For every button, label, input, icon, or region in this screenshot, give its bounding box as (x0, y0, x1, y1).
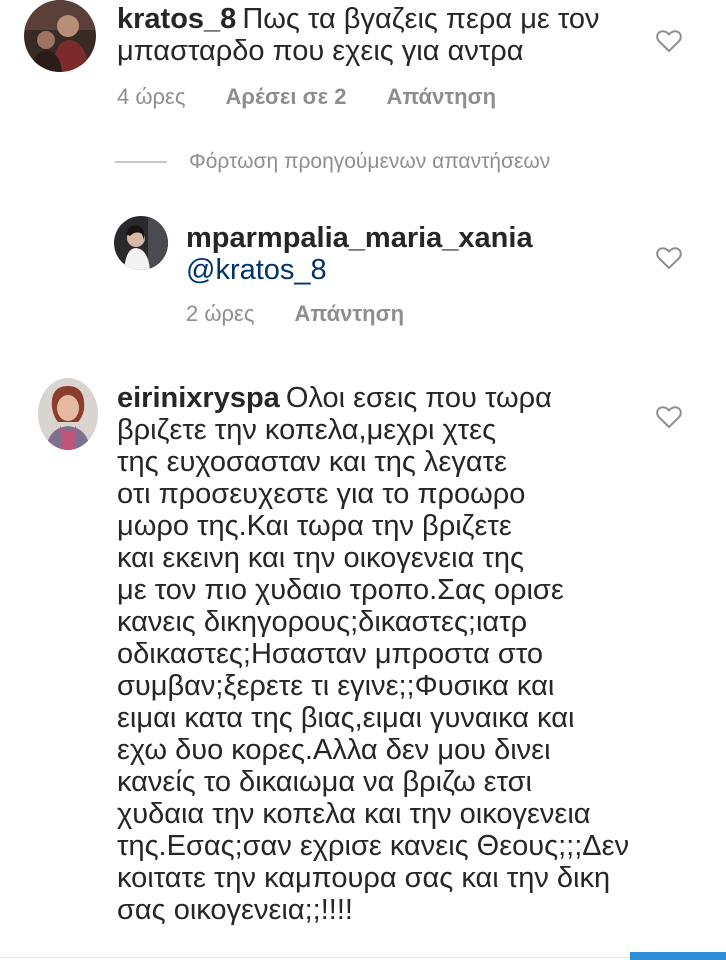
comment-line: της ευχοσασταν και της λεγατε (117, 446, 508, 478)
load-previous-replies-button[interactable]: Φόρτωση προηγούμενων απαντήσεων (115, 150, 550, 174)
comment-line: συμβαν;ξερετε τι εγινε;;Φυσικα και (117, 670, 555, 702)
reply-username[interactable]: mparmpalia_maria_xania (186, 222, 533, 254)
mention-link[interactable]: @kratos_8 (186, 254, 327, 286)
like-heart-icon[interactable] (656, 246, 682, 270)
bottom-divider (0, 957, 630, 958)
like-heart-icon[interactable] (656, 405, 682, 429)
comment-line: της.Εσας;σαν εχρισε κανεις Θεους;;;Δεν (117, 830, 630, 862)
avatar-image (114, 216, 168, 270)
long-comment-first-line: Ολοι εσεις που τωρα (285, 382, 552, 414)
comment-line: και εκεινη και την οικογενεια της (117, 542, 524, 574)
comment-body-line: μπασταρδο που εχεις για αντρα (117, 35, 524, 67)
load-previous-replies-label: Φόρτωση προηγούμενων απαντήσεων (189, 150, 551, 173)
comment-line: μωρο της.Και τωρα την βριζετε (117, 510, 512, 542)
long-comment-text: eirinixryspa Ολοι εσεις που τωρα βριζετε … (117, 382, 657, 926)
comment-text: kratos_8 Πως τα βγαζεις περα με τον μπαστ… (117, 3, 677, 67)
like-heart-icon[interactable] (656, 29, 682, 53)
comment-meta: 4 ώρες Αρέσει σε 2 Απάντηση (117, 84, 496, 110)
comment-line: κοιτατε την καμπουρα σας και την δικη (117, 862, 611, 894)
comment-line: σας οικογενεια;;!!!! (117, 894, 353, 926)
comment-time: 2 ώρες (186, 301, 255, 326)
comment-time: 4 ώρες (117, 84, 186, 109)
comment-line: κανεις δικηγορους;δικαστες;ιατρ (117, 606, 528, 638)
comment-line: βριζετε την κοπελα,μεχρι χτες (117, 414, 497, 446)
comment-line: εχω δυο κορες.Αλλα δεν μου δινει (117, 734, 551, 766)
comment-line: οδικαστες;Ησασταν μπροστα στο (117, 638, 543, 670)
comment-line: χυδαια την κοπελα και την οικογενεια (117, 798, 591, 830)
reply-button[interactable]: Απάντηση (294, 301, 404, 327)
long-comment-username[interactable]: eirinixryspa (117, 382, 280, 414)
comment-line: ειμαι κατα της βιας,ειμαι γυναικα και (117, 702, 575, 734)
avatar-image (38, 378, 98, 450)
comment-line: οτι προσευχεστε για το προωρο (117, 478, 526, 510)
avatar-kratos-8[interactable] (24, 0, 96, 72)
comment-line: με τον πιο χυδαιο τροπο.Σας ορισε (117, 574, 564, 606)
comment-username[interactable]: kratos_8 (117, 3, 236, 35)
avatar-image (24, 0, 96, 72)
comment-body-line: Πως τα βγαζεις περα με τον (242, 3, 600, 35)
comment-line: κανείς το δικαιωμα να βριζω ετσι (117, 766, 532, 798)
scroll-indicator-bar (630, 952, 726, 960)
reply-comment-text: mparmpalia_maria_xania @kratos_8 (186, 222, 646, 286)
reply-button[interactable]: Απάντηση (386, 84, 496, 110)
avatar-eirinixryspa[interactable] (38, 378, 98, 450)
likes-count-link[interactable]: Αρέσει σε 2 (225, 84, 346, 110)
divider-line (115, 161, 167, 163)
reply-comment-meta: 2 ώρες Απάντηση (186, 301, 404, 327)
long-comment-body: βριζετε την κοπελα,μεχρι χτες της ευχοσα… (117, 414, 657, 926)
avatar-mparmpalia-maria-xania[interactable] (114, 216, 168, 270)
